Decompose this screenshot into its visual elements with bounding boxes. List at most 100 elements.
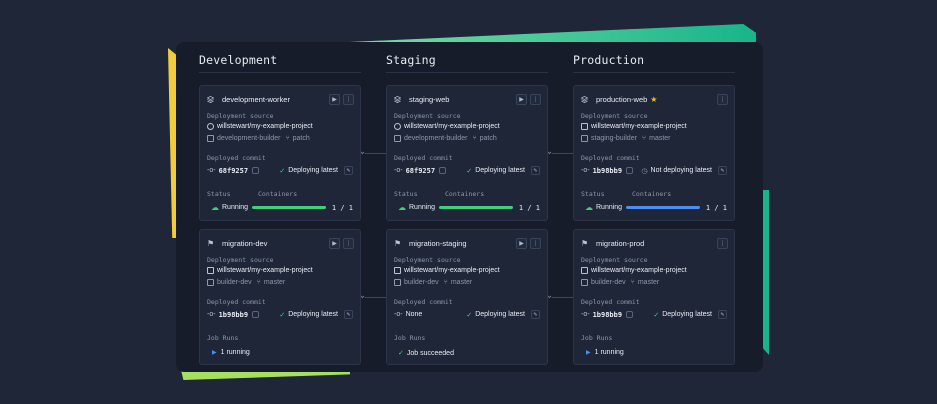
deployed-commit-label: Deployed commit bbox=[207, 298, 266, 306]
commit-icon: -o- bbox=[207, 311, 216, 318]
copy-icon[interactable] bbox=[439, 167, 447, 174]
copy-icon[interactable] bbox=[626, 167, 634, 174]
deploy-status: Not deploying latest bbox=[650, 167, 712, 174]
service-icon bbox=[394, 95, 401, 103]
builder-icon bbox=[394, 279, 401, 286]
deployment-source-label: Deployment source bbox=[394, 112, 461, 120]
registry-icon bbox=[581, 267, 588, 274]
builder-row: builder-dev ⑂ master bbox=[207, 279, 353, 286]
job-run-row[interactable]: ✓ Job succeeded bbox=[394, 349, 540, 358]
registry-icon bbox=[394, 267, 401, 274]
more-options-button[interactable]: ⋮ bbox=[717, 237, 728, 249]
service-card-staging-web[interactable]: staging-web ▶ ⋮ Deployment source willst… bbox=[386, 85, 548, 221]
builder-name: staging-builder bbox=[591, 135, 637, 142]
check-circle-icon: ✓ bbox=[398, 350, 404, 357]
job-runs-label: Job Runs bbox=[394, 334, 426, 342]
service-card-development-worker[interactable]: development-worker ▶ ⋮ Deployment source… bbox=[199, 85, 361, 221]
commit-hash[interactable]: 1b98bb9 bbox=[593, 311, 623, 319]
repo-name[interactable]: willstewart/my-example-project bbox=[404, 123, 500, 130]
builder-icon bbox=[207, 135, 214, 142]
branch-name: master bbox=[637, 279, 660, 286]
service-card-production-web[interactable]: production-web ★ ⋮ Deployment source wil… bbox=[573, 85, 735, 221]
job-run-status: 1 running bbox=[220, 349, 250, 356]
service-name: development-worker bbox=[222, 94, 290, 104]
deploy-status: Deploying latest bbox=[662, 311, 712, 318]
commit-icon: -o- bbox=[581, 311, 590, 318]
job-run-row[interactable]: ▶ 1 running bbox=[581, 349, 727, 356]
commit-hash[interactable]: 1b98bb9 bbox=[593, 167, 623, 175]
more-options-button[interactable]: ⋮ bbox=[717, 93, 728, 105]
containers-progress-bar bbox=[438, 206, 513, 209]
edit-icon[interactable]: ✎ bbox=[344, 310, 353, 319]
branch-icon: ⑂ bbox=[641, 135, 647, 142]
run-button[interactable]: ▶ bbox=[329, 237, 340, 249]
registry-icon bbox=[207, 267, 214, 274]
status-label: Status bbox=[207, 190, 231, 198]
builder-row: staging-builder ⑂ master bbox=[581, 135, 727, 142]
deploy-status: Deploying latest bbox=[475, 311, 525, 318]
check-circle-icon: ✓ bbox=[653, 311, 660, 319]
repo-row: willstewart/my-example-project bbox=[207, 267, 353, 274]
running-figure-icon: ⚑ bbox=[207, 238, 215, 248]
more-options-button[interactable]: ⋮ bbox=[343, 237, 354, 249]
job-card-migration-prod[interactable]: ⚑ migration-prod ⋮ Deployment source wil… bbox=[573, 229, 735, 365]
job-run-row[interactable]: ▶ 1 running bbox=[207, 349, 353, 356]
branch-icon: ⑂ bbox=[285, 135, 290, 142]
registry-icon bbox=[581, 123, 588, 130]
branch-name: patch bbox=[292, 135, 310, 142]
stage-divider bbox=[386, 72, 548, 73]
commit-row: -o- 1b98bb9 ◷ Not deploying latest ✎ bbox=[581, 166, 727, 175]
repo-row: willstewart/my-example-project bbox=[581, 267, 727, 274]
more-options-button[interactable]: ⋮ bbox=[343, 93, 354, 105]
builder-icon bbox=[394, 135, 401, 142]
copy-icon[interactable] bbox=[626, 311, 634, 318]
builder-row: builder-dev ⑂ master bbox=[394, 279, 540, 286]
status-value: Running bbox=[222, 204, 249, 211]
copy-icon[interactable] bbox=[252, 311, 260, 318]
repo-name[interactable]: willstewart/my-example-project bbox=[217, 267, 313, 274]
edit-icon[interactable]: ✎ bbox=[344, 166, 353, 175]
play-icon: ▶ bbox=[586, 350, 591, 356]
github-icon bbox=[207, 123, 214, 130]
commit-icon: -o- bbox=[394, 311, 403, 318]
job-card-migration-dev[interactable]: ⚑ migration-dev ▶ ⋮ Deployment source wi… bbox=[199, 229, 361, 365]
edit-icon[interactable]: ✎ bbox=[718, 166, 727, 175]
cloud-icon: ☁ bbox=[398, 203, 406, 212]
copy-icon[interactable] bbox=[252, 167, 260, 174]
containers-label: Containers bbox=[258, 190, 298, 198]
deploy-button[interactable]: ▶ bbox=[329, 93, 340, 105]
more-options-button[interactable]: ⋮ bbox=[530, 237, 541, 249]
deployed-commit-label: Deployed commit bbox=[581, 298, 640, 306]
star-icon[interactable]: ★ bbox=[650, 95, 657, 104]
run-button[interactable]: ▶ bbox=[516, 237, 527, 249]
status-value: Running bbox=[409, 204, 436, 211]
repo-name[interactable]: willstewart/my-example-project bbox=[591, 123, 687, 130]
commit-hash[interactable]: 68f9257 bbox=[406, 167, 436, 175]
builder-name: builder-dev bbox=[404, 279, 439, 286]
repo-row: willstewart/my-example-project bbox=[581, 123, 727, 130]
builder-name: development-builder bbox=[404, 135, 468, 142]
repo-name[interactable]: willstewart/my-example-project bbox=[217, 123, 313, 130]
edit-icon[interactable]: ✎ bbox=[718, 310, 727, 319]
status-row: ☁ Running 1 / 1 bbox=[207, 203, 353, 212]
job-card-migration-staging[interactable]: ⚑ migration-staging ▶ ⋮ Deployment sourc… bbox=[386, 229, 548, 365]
branch-name: master bbox=[263, 279, 286, 286]
edit-icon[interactable]: ✎ bbox=[531, 166, 540, 175]
service-icon bbox=[581, 95, 588, 103]
more-options-button[interactable]: ⋮ bbox=[530, 93, 541, 105]
deploy-status: Deploying latest bbox=[288, 311, 338, 318]
deploy-button[interactable]: ▶ bbox=[516, 93, 527, 105]
commit-hash[interactable]: 1b98bb9 bbox=[219, 311, 249, 319]
commit-row: -o- 1b98bb9 ✓ Deploying latest ✎ bbox=[581, 310, 727, 319]
branch-name: master bbox=[649, 135, 671, 142]
check-circle-icon: ✓ bbox=[466, 311, 473, 319]
play-icon: ▶ bbox=[212, 350, 217, 356]
edit-icon[interactable]: ✎ bbox=[531, 310, 540, 319]
builder-name: development-builder bbox=[217, 135, 281, 142]
containers-progress-bar bbox=[251, 206, 326, 209]
check-circle-icon: ✓ bbox=[279, 311, 286, 319]
commit-icon: -o- bbox=[394, 167, 403, 174]
commit-hash[interactable]: 68f9257 bbox=[219, 167, 249, 175]
repo-name[interactable]: willstewart/my-example-project bbox=[591, 267, 687, 274]
repo-name[interactable]: willstewart/my-example-project bbox=[404, 267, 500, 274]
